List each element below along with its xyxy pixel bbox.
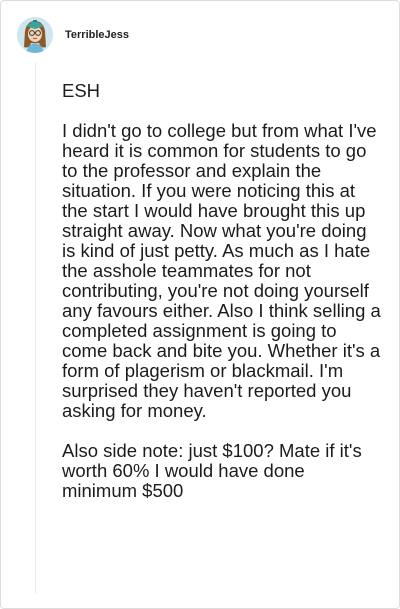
comment-body: ESH I didn't go to college but from what…: [62, 81, 382, 521]
avatar-illustration-icon: [17, 17, 53, 53]
comment-paragraph: Also side note: just $100? Mate if it's …: [62, 440, 362, 501]
thread-line[interactable]: [35, 63, 36, 593]
comment-card: TerribleJess ESH I didn't go to college …: [0, 0, 400, 609]
username[interactable]: TerribleJess: [65, 29, 129, 41]
comment-header: TerribleJess: [17, 15, 129, 55]
comment-paragraph: ESH: [62, 80, 101, 101]
avatar[interactable]: [17, 17, 53, 53]
comment-paragraph: I didn't go to college but from what I'v…: [62, 120, 381, 421]
